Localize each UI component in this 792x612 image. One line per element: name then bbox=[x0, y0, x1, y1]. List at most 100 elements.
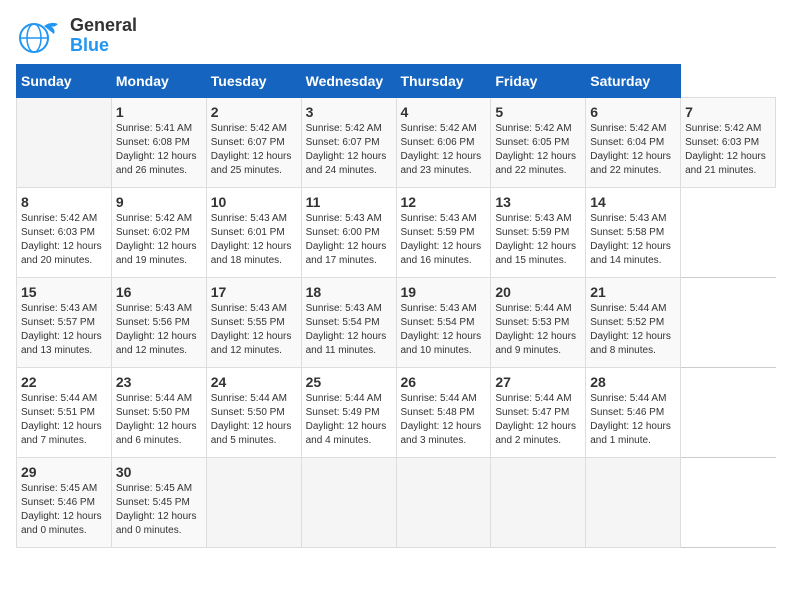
sunset-text: Sunset: 6:03 PM bbox=[21, 226, 107, 240]
calendar-cell: 5 Sunrise: 5:42 AM Sunset: 6:05 PM Dayli… bbox=[491, 98, 586, 188]
calendar-cell: 6 Sunrise: 5:42 AM Sunset: 6:04 PM Dayli… bbox=[586, 98, 681, 188]
cell-info: Sunrise: 5:43 AM Sunset: 5:59 PM Dayligh… bbox=[401, 212, 487, 268]
daylight-text: Daylight: 12 hours and 14 minutes. bbox=[590, 240, 676, 268]
day-header-friday: Friday bbox=[491, 65, 586, 98]
day-number: 25 bbox=[306, 374, 392, 390]
sunset-text: Sunset: 6:02 PM bbox=[116, 226, 202, 240]
day-number: 9 bbox=[116, 194, 202, 210]
header: General Blue bbox=[16, 16, 776, 56]
sunset-text: Sunset: 5:45 PM bbox=[116, 496, 202, 510]
header-row: SundayMondayTuesdayWednesdayThursdayFrid… bbox=[17, 65, 776, 98]
calendar-cell: 2 Sunrise: 5:42 AM Sunset: 6:07 PM Dayli… bbox=[206, 98, 301, 188]
sunrise-text: Sunrise: 5:43 AM bbox=[495, 212, 581, 226]
cell-info: Sunrise: 5:44 AM Sunset: 5:50 PM Dayligh… bbox=[116, 392, 202, 448]
sunset-text: Sunset: 5:59 PM bbox=[401, 226, 487, 240]
sunrise-text: Sunrise: 5:44 AM bbox=[401, 392, 487, 406]
cell-info: Sunrise: 5:43 AM Sunset: 6:01 PM Dayligh… bbox=[211, 212, 297, 268]
sunset-text: Sunset: 5:47 PM bbox=[495, 406, 581, 420]
daylight-text: Daylight: 12 hours and 11 minutes. bbox=[306, 330, 392, 358]
sunrise-text: Sunrise: 5:44 AM bbox=[495, 392, 581, 406]
cell-info: Sunrise: 5:45 AM Sunset: 5:46 PM Dayligh… bbox=[21, 482, 107, 538]
daylight-text: Daylight: 12 hours and 6 minutes. bbox=[116, 420, 202, 448]
daylight-text: Daylight: 12 hours and 19 minutes. bbox=[116, 240, 202, 268]
day-number: 12 bbox=[401, 194, 487, 210]
day-header-wednesday: Wednesday bbox=[301, 65, 396, 98]
calendar-cell: 30 Sunrise: 5:45 AM Sunset: 5:45 PM Dayl… bbox=[111, 458, 206, 548]
calendar-cell: 22 Sunrise: 5:44 AM Sunset: 5:51 PM Dayl… bbox=[17, 368, 112, 458]
cell-info: Sunrise: 5:44 AM Sunset: 5:53 PM Dayligh… bbox=[495, 302, 581, 358]
sunset-text: Sunset: 5:53 PM bbox=[495, 316, 581, 330]
sunset-text: Sunset: 6:01 PM bbox=[211, 226, 297, 240]
daylight-text: Daylight: 12 hours and 0 minutes. bbox=[21, 510, 107, 538]
calendar-cell: 24 Sunrise: 5:44 AM Sunset: 5:50 PM Dayl… bbox=[206, 368, 301, 458]
cell-info: Sunrise: 5:44 AM Sunset: 5:49 PM Dayligh… bbox=[306, 392, 392, 448]
sunrise-text: Sunrise: 5:43 AM bbox=[211, 302, 297, 316]
cell-info: Sunrise: 5:41 AM Sunset: 6:08 PM Dayligh… bbox=[116, 122, 202, 178]
cell-info: Sunrise: 5:42 AM Sunset: 6:04 PM Dayligh… bbox=[590, 122, 676, 178]
day-number: 3 bbox=[306, 104, 392, 120]
day-number: 28 bbox=[590, 374, 676, 390]
calendar-cell: 9 Sunrise: 5:42 AM Sunset: 6:02 PM Dayli… bbox=[111, 188, 206, 278]
sunrise-text: Sunrise: 5:43 AM bbox=[116, 302, 202, 316]
sunset-text: Sunset: 5:51 PM bbox=[21, 406, 107, 420]
calendar-cell: 1 Sunrise: 5:41 AM Sunset: 6:08 PM Dayli… bbox=[111, 98, 206, 188]
sunset-text: Sunset: 5:49 PM bbox=[306, 406, 392, 420]
sunrise-text: Sunrise: 5:44 AM bbox=[590, 302, 676, 316]
day-number: 26 bbox=[401, 374, 487, 390]
daylight-text: Daylight: 12 hours and 1 minute. bbox=[590, 420, 676, 448]
daylight-text: Daylight: 12 hours and 12 minutes. bbox=[211, 330, 297, 358]
sunset-text: Sunset: 5:46 PM bbox=[590, 406, 676, 420]
cell-info: Sunrise: 5:44 AM Sunset: 5:48 PM Dayligh… bbox=[401, 392, 487, 448]
calendar-cell: 8 Sunrise: 5:42 AM Sunset: 6:03 PM Dayli… bbox=[17, 188, 112, 278]
calendar-cell bbox=[301, 458, 396, 548]
daylight-text: Daylight: 12 hours and 22 minutes. bbox=[590, 150, 676, 178]
calendar-table: SundayMondayTuesdayWednesdayThursdayFrid… bbox=[16, 64, 776, 548]
daylight-text: Daylight: 12 hours and 21 minutes. bbox=[685, 150, 771, 178]
sunset-text: Sunset: 6:06 PM bbox=[401, 136, 487, 150]
calendar-cell: 16 Sunrise: 5:43 AM Sunset: 5:56 PM Dayl… bbox=[111, 278, 206, 368]
sunrise-text: Sunrise: 5:42 AM bbox=[590, 122, 676, 136]
cell-info: Sunrise: 5:43 AM Sunset: 5:55 PM Dayligh… bbox=[211, 302, 297, 358]
sunrise-text: Sunrise: 5:43 AM bbox=[306, 212, 392, 226]
logo: General Blue bbox=[16, 16, 137, 56]
day-header-saturday: Saturday bbox=[586, 65, 681, 98]
day-header-monday: Monday bbox=[111, 65, 206, 98]
sunset-text: Sunset: 6:04 PM bbox=[590, 136, 676, 150]
sunset-text: Sunset: 5:56 PM bbox=[116, 316, 202, 330]
day-number: 14 bbox=[590, 194, 676, 210]
cell-info: Sunrise: 5:43 AM Sunset: 6:00 PM Dayligh… bbox=[306, 212, 392, 268]
day-header-thursday: Thursday bbox=[396, 65, 491, 98]
daylight-text: Daylight: 12 hours and 24 minutes. bbox=[306, 150, 392, 178]
day-number: 7 bbox=[685, 104, 771, 120]
calendar-cell: 27 Sunrise: 5:44 AM Sunset: 5:47 PM Dayl… bbox=[491, 368, 586, 458]
day-number: 1 bbox=[116, 104, 202, 120]
calendar-cell: 10 Sunrise: 5:43 AM Sunset: 6:01 PM Dayl… bbox=[206, 188, 301, 278]
cell-info: Sunrise: 5:42 AM Sunset: 6:02 PM Dayligh… bbox=[116, 212, 202, 268]
cell-info: Sunrise: 5:43 AM Sunset: 5:56 PM Dayligh… bbox=[116, 302, 202, 358]
calendar-cell: 7 Sunrise: 5:42 AM Sunset: 6:03 PM Dayli… bbox=[681, 98, 776, 188]
day-number: 24 bbox=[211, 374, 297, 390]
sunrise-text: Sunrise: 5:44 AM bbox=[306, 392, 392, 406]
sunrise-text: Sunrise: 5:42 AM bbox=[21, 212, 107, 226]
calendar-cell: 18 Sunrise: 5:43 AM Sunset: 5:54 PM Dayl… bbox=[301, 278, 396, 368]
day-number: 23 bbox=[116, 374, 202, 390]
calendar-cell: 4 Sunrise: 5:42 AM Sunset: 6:06 PM Dayli… bbox=[396, 98, 491, 188]
day-number: 21 bbox=[590, 284, 676, 300]
day-number: 16 bbox=[116, 284, 202, 300]
day-number: 17 bbox=[211, 284, 297, 300]
cell-info: Sunrise: 5:44 AM Sunset: 5:52 PM Dayligh… bbox=[590, 302, 676, 358]
cell-info: Sunrise: 5:42 AM Sunset: 6:07 PM Dayligh… bbox=[211, 122, 297, 178]
calendar-cell: 15 Sunrise: 5:43 AM Sunset: 5:57 PM Dayl… bbox=[17, 278, 112, 368]
cell-info: Sunrise: 5:45 AM Sunset: 5:45 PM Dayligh… bbox=[116, 482, 202, 538]
cell-info: Sunrise: 5:43 AM Sunset: 5:59 PM Dayligh… bbox=[495, 212, 581, 268]
sunrise-text: Sunrise: 5:42 AM bbox=[685, 122, 771, 136]
sunrise-text: Sunrise: 5:44 AM bbox=[590, 392, 676, 406]
day-number: 5 bbox=[495, 104, 581, 120]
sunrise-text: Sunrise: 5:42 AM bbox=[401, 122, 487, 136]
daylight-text: Daylight: 12 hours and 10 minutes. bbox=[401, 330, 487, 358]
sunset-text: Sunset: 6:05 PM bbox=[495, 136, 581, 150]
daylight-text: Daylight: 12 hours and 16 minutes. bbox=[401, 240, 487, 268]
calendar-cell: 19 Sunrise: 5:43 AM Sunset: 5:54 PM Dayl… bbox=[396, 278, 491, 368]
calendar-cell: 17 Sunrise: 5:43 AM Sunset: 5:55 PM Dayl… bbox=[206, 278, 301, 368]
daylight-text: Daylight: 12 hours and 20 minutes. bbox=[21, 240, 107, 268]
